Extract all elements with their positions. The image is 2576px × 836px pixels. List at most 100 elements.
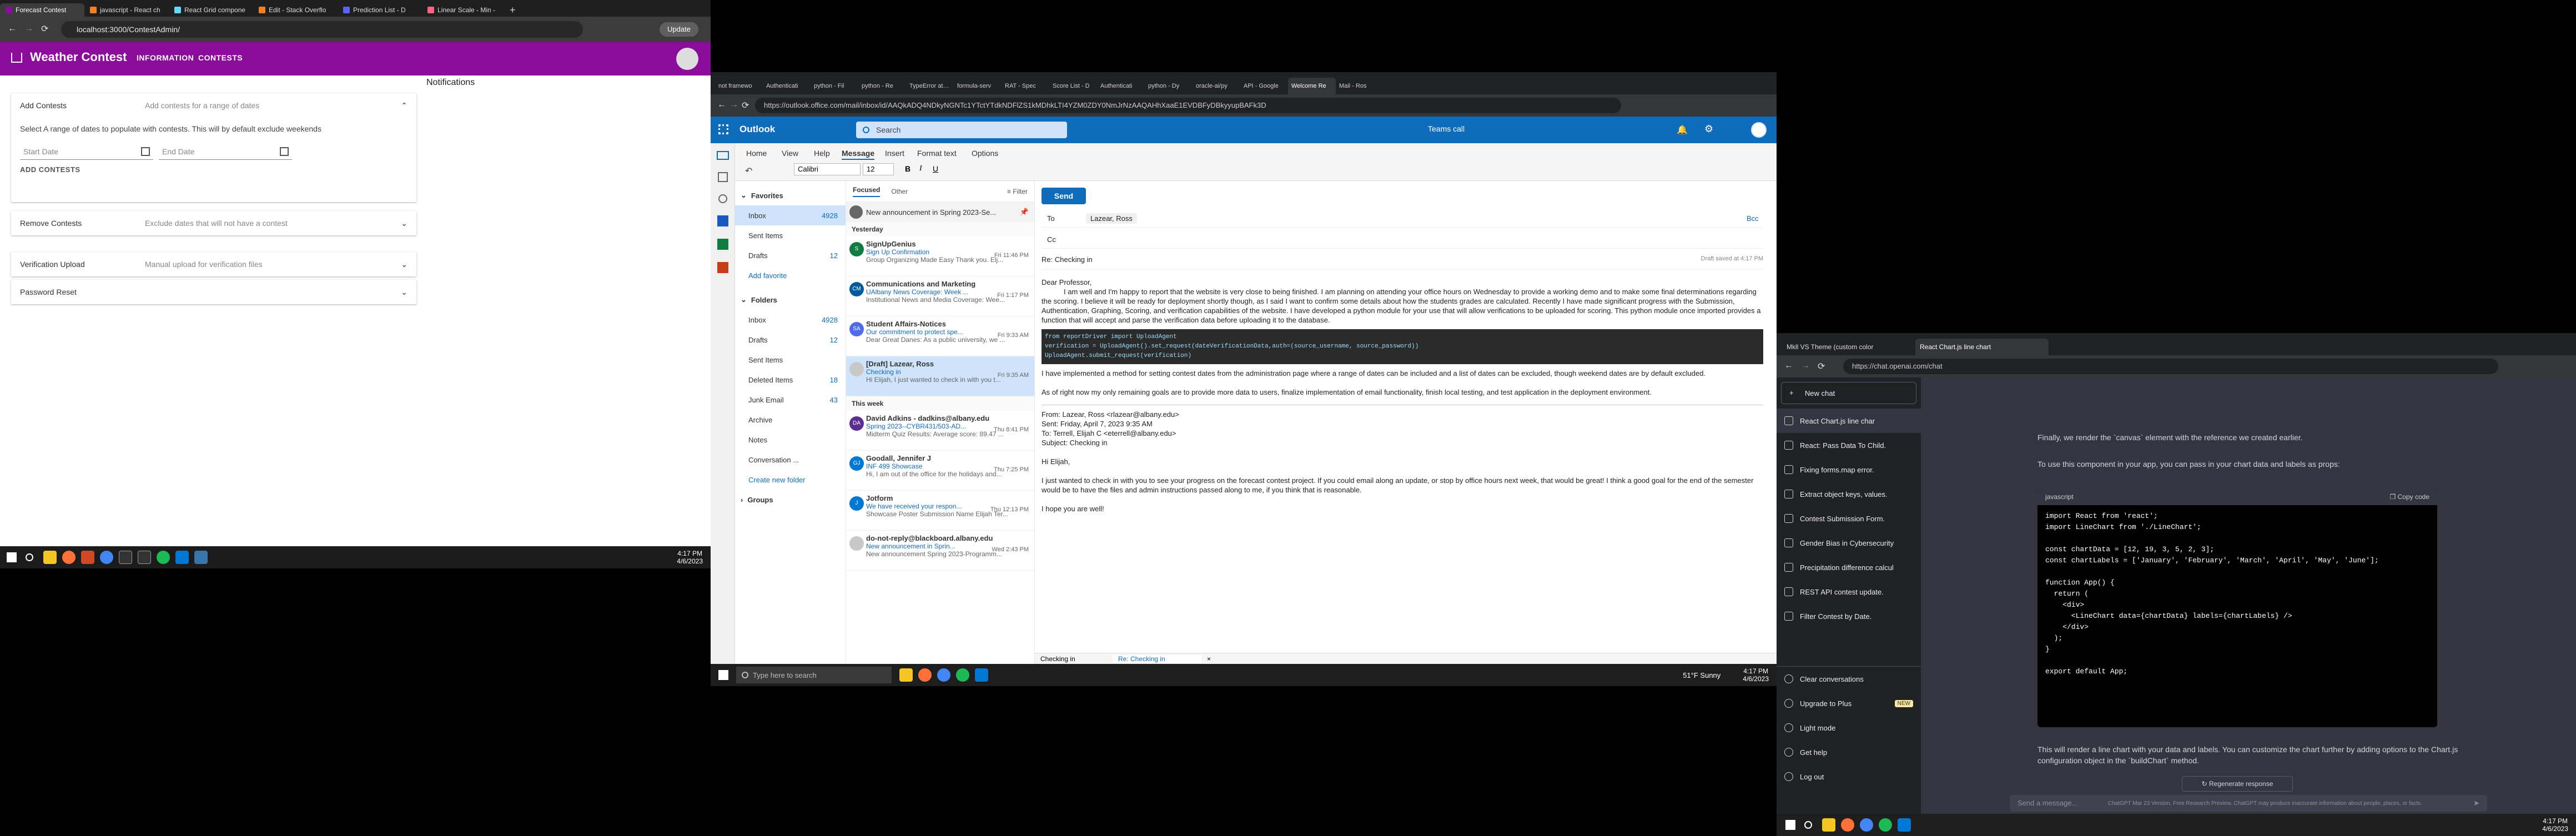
back-icon[interactable]: ← (1784, 361, 1793, 371)
chevron-down-icon[interactable]: ⌄ (401, 219, 407, 228)
spotify-icon[interactable] (1879, 818, 1892, 832)
calendar-icon[interactable] (717, 172, 728, 182)
update-button[interactable]: Update (660, 22, 698, 37)
windows-start-icon[interactable] (7, 552, 17, 562)
browser-tab[interactable]: python - Fil (811, 78, 858, 94)
nav-contests[interactable]: CONTESTS (198, 53, 243, 62)
bcc-link[interactable]: Bcc (1747, 214, 1759, 223)
compose-body[interactable]: Dear Professor, I am well and I'm happy … (1042, 278, 1763, 513)
remove-contests-panel[interactable]: Remove Contests Exclude dates that will n… (11, 211, 416, 235)
sidebar-footer-item[interactable]: Upgrade to Plus NEW (1777, 691, 1921, 716)
terminal-icon[interactable] (138, 551, 151, 564)
folder-item[interactable]: Conversation ... (735, 450, 846, 470)
browser-tab[interactable]: TypeError at /api (906, 78, 954, 94)
tab-help[interactable]: Help (814, 149, 830, 158)
chevron-up-icon[interactable]: ⌃ (401, 101, 407, 110)
terminal-icon[interactable] (119, 551, 132, 564)
search-input[interactable]: Search (856, 122, 1067, 138)
app-launcher-icon[interactable] (718, 124, 728, 134)
system-clock[interactable]: 4:17 PM 4/6/2023 (1743, 667, 1769, 683)
password-reset-panel[interactable]: Password Reset ⌄ (11, 280, 416, 304)
chat-history-item[interactable]: Extract object keys, values. (1777, 482, 1921, 506)
browser-tab[interactable]: Mkll VS Theme (custom color (1782, 339, 1915, 355)
font-size-select[interactable]: 12 (863, 163, 894, 175)
sidebar-footer-item[interactable]: Clear conversations (1777, 667, 1921, 691)
spotify-icon[interactable] (157, 551, 170, 564)
compose-tab[interactable]: Checking in (1035, 655, 1113, 663)
italic-button[interactable]: I (919, 164, 922, 173)
reload-icon[interactable]: ⟳ (1818, 361, 1825, 372)
address-bar[interactable]: https://chat.openai.com/chat (1843, 359, 2498, 374)
folder-item[interactable]: Drafts 12 (735, 330, 846, 350)
browser-tab[interactable]: React Grid compone (169, 3, 253, 17)
firefox-icon[interactable] (918, 668, 932, 682)
to-label[interactable]: To (1047, 214, 1055, 223)
folder-item[interactable]: Inbox 4928 (735, 205, 846, 225)
folder-item[interactable]: Sent Items (735, 225, 846, 245)
chevron-down-icon[interactable]: ⌄ (401, 260, 407, 269)
sidebar-footer-item[interactable]: Light mode (1777, 716, 1921, 740)
spotify-icon[interactable] (956, 668, 969, 682)
people-icon[interactable] (718, 194, 727, 203)
gear-icon[interactable]: ⚙ (1704, 123, 1713, 135)
font-family-select[interactable]: Calibri (794, 163, 861, 175)
forward-icon[interactable]: → (729, 100, 738, 110)
add-contests-button[interactable]: ADD CONTESTS (11, 165, 416, 174)
new-chat-button[interactable]: + New chat (1781, 382, 1916, 404)
chat-history-item[interactable]: Contest Submission Form. (1777, 506, 1921, 531)
chrome-icon[interactable] (937, 668, 950, 682)
system-clock[interactable]: 4:17 PM 4/6/2023 (677, 550, 703, 565)
reload-icon[interactable]: ⟳ (41, 23, 48, 34)
firefox-icon[interactable] (1841, 818, 1854, 832)
reload-icon[interactable]: ⟳ (742, 100, 749, 111)
underline-button[interactable]: U (933, 164, 938, 173)
browser-tab[interactable]: python - Dy (1145, 78, 1193, 94)
tab-focused[interactable]: Focused (853, 186, 881, 197)
end-date-field[interactable]: End Date (159, 137, 292, 160)
list-item[interactable]: S SignUpGenius Sign Up Confirmation Group O… (846, 236, 1034, 276)
teams-call-button[interactable]: Teams call (1428, 124, 1465, 133)
browser-tab[interactable]: RAT - Spec (1002, 78, 1049, 94)
pin-icon[interactable]: 📌 (1020, 208, 1029, 216)
chrome-icon[interactable] (100, 551, 113, 564)
file-explorer-icon[interactable] (1822, 818, 1835, 832)
groups-header[interactable]: › Groups (735, 490, 846, 510)
browser-tab[interactable]: Linear Scale - Min - (422, 3, 506, 17)
tab-message[interactable]: Message (842, 149, 875, 160)
taskbar-search[interactable]: Type here to search (736, 667, 892, 683)
list-item[interactable]: DA David Adkins - dadkins@albany.edu Sprin… (846, 411, 1034, 451)
browser-tab[interactable]: Forecast Contest (0, 3, 84, 17)
firefox-icon[interactable] (62, 551, 76, 564)
app-icon[interactable] (81, 551, 94, 564)
list-item[interactable]: [Draft] Lazear, Ross Checking in Hi Elijah… (846, 356, 1034, 396)
weather-widget[interactable]: 51°F Sunny (1683, 671, 1720, 679)
browser-tab[interactable]: oracle-ai/py (1193, 78, 1240, 94)
chat-history-item[interactable]: Gender Bias in Cybersecurity (1777, 531, 1921, 555)
chrome-icon[interactable] (1860, 818, 1873, 832)
browser-tab[interactable]: Edit - Stack Overflo (253, 3, 338, 17)
sidebar-footer-item[interactable]: Log out (1777, 764, 1921, 789)
pinned-message[interactable]: New announcement in Spring 2023-Se... 📌 (846, 202, 1034, 222)
tab-insert[interactable]: Insert (885, 149, 904, 158)
tab-view[interactable]: View (782, 149, 798, 158)
folder-item[interactable]: Sent Items (735, 350, 846, 370)
avatar[interactable] (676, 48, 698, 70)
folder-item[interactable]: Inbox 4928 (735, 310, 846, 330)
subject-field[interactable]: Re: Checking in Draft saved at 4:17 PM (1042, 255, 1763, 270)
file-explorer-icon[interactable] (43, 551, 57, 564)
excel-icon[interactable] (717, 239, 728, 250)
folder-item[interactable]: Drafts 12 (735, 245, 846, 265)
browser-tab[interactable]: Authenticati (1097, 78, 1145, 94)
chat-history-item[interactable]: REST API contest update. (1777, 580, 1921, 604)
word-icon[interactable] (717, 215, 728, 226)
app-name[interactable]: Outlook (739, 124, 775, 135)
compose-tab[interactable]: Re: Checking in (1113, 654, 1201, 663)
folders-header[interactable]: ⌄ Folders (735, 290, 846, 310)
folder-item[interactable]: Deleted Items 18 (735, 370, 846, 390)
browser-tab[interactable]: React Chart.js line chart (1915, 339, 2049, 355)
browser-tab[interactable]: API - Google (1240, 78, 1288, 94)
browser-tab[interactable]: Welcome Re (1288, 78, 1336, 94)
cc-row[interactable]: Cc (1042, 232, 1763, 249)
list-item[interactable]: J Jotform We have received your respon... S… (846, 491, 1034, 531)
system-clock[interactable]: 4:17 PM 4/6/2023 (2542, 817, 2568, 833)
